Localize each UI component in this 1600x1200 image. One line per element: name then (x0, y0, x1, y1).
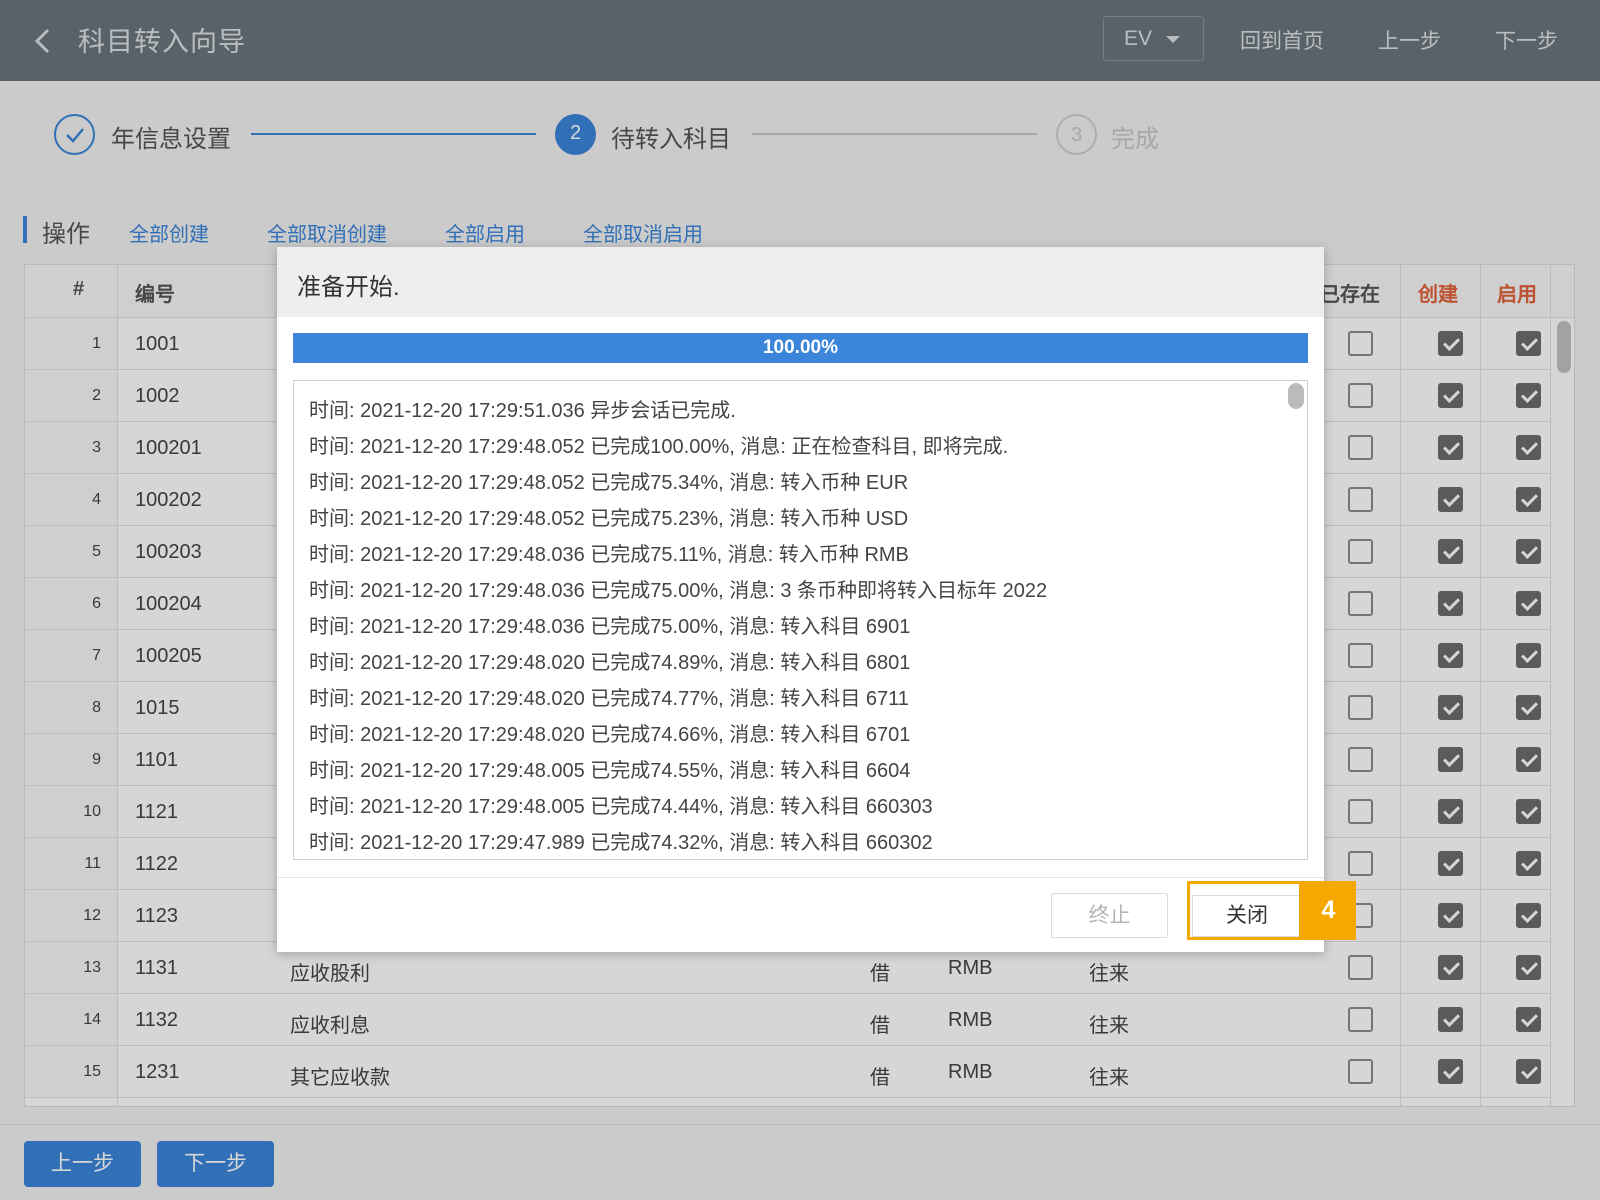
log-panel[interactable]: 时间: 2021-12-20 17:29:51.036 异步会话已完成. 时间: … (293, 380, 1308, 860)
log-line: 时间: 2021-12-20 17:29:48.052 已完成75.34%, 消… (309, 472, 909, 494)
log-line: 时间: 2021-12-20 17:29:48.036 已完成75.00%, 消… (309, 616, 911, 638)
log-line: 时间: 2021-12-20 17:29:48.020 已完成74.77%, 消… (309, 688, 909, 710)
progress-text: 100.00% (762, 337, 838, 358)
stop-button[interactable]: 终止 (1051, 893, 1168, 938)
log-line: 时间: 2021-12-20 17:29:48.005 已完成74.55%, 消… (309, 760, 911, 782)
log-line: 时间: 2021-12-20 17:29:48.036 已完成75.11%, 消… (309, 544, 909, 566)
progress-dialog: 准备开始. 100.00% 时间: 2021-12-20 17:29:51.03… (277, 247, 1324, 952)
step-number-badge: 4 (1301, 881, 1356, 940)
dialog-footer-divider (277, 877, 1324, 878)
log-line: 时间: 2021-12-20 17:29:47.989 已完成74.32%, 消… (309, 832, 933, 854)
log-line: 时间: 2021-12-20 17:29:48.036 已完成75.00%, 消… (309, 580, 1048, 602)
progress-bar: 100.00% (293, 333, 1308, 363)
log-scrollbar-thumb[interactable] (1288, 383, 1304, 409)
log-line: 时间: 2021-12-20 17:29:48.005 已完成74.44%, 消… (309, 796, 933, 818)
log-line: 时间: 2021-12-20 17:29:48.020 已完成74.66%, 消… (309, 724, 911, 746)
log-line: 时间: 2021-12-20 17:29:48.020 已完成74.89%, 消… (309, 652, 911, 674)
log-line: 时间: 2021-12-20 17:29:48.052 已完成75.23%, 消… (309, 508, 909, 530)
log-line: 时间: 2021-12-20 17:29:51.036 异步会话已完成. (309, 400, 736, 422)
dialog-header: 准备开始. (277, 247, 1324, 317)
highlight-frame (1187, 881, 1302, 940)
log-line: 时间: 2021-12-20 17:29:48.052 已完成100.00%, … (309, 436, 1009, 458)
dialog-title: 准备开始. (297, 274, 400, 301)
